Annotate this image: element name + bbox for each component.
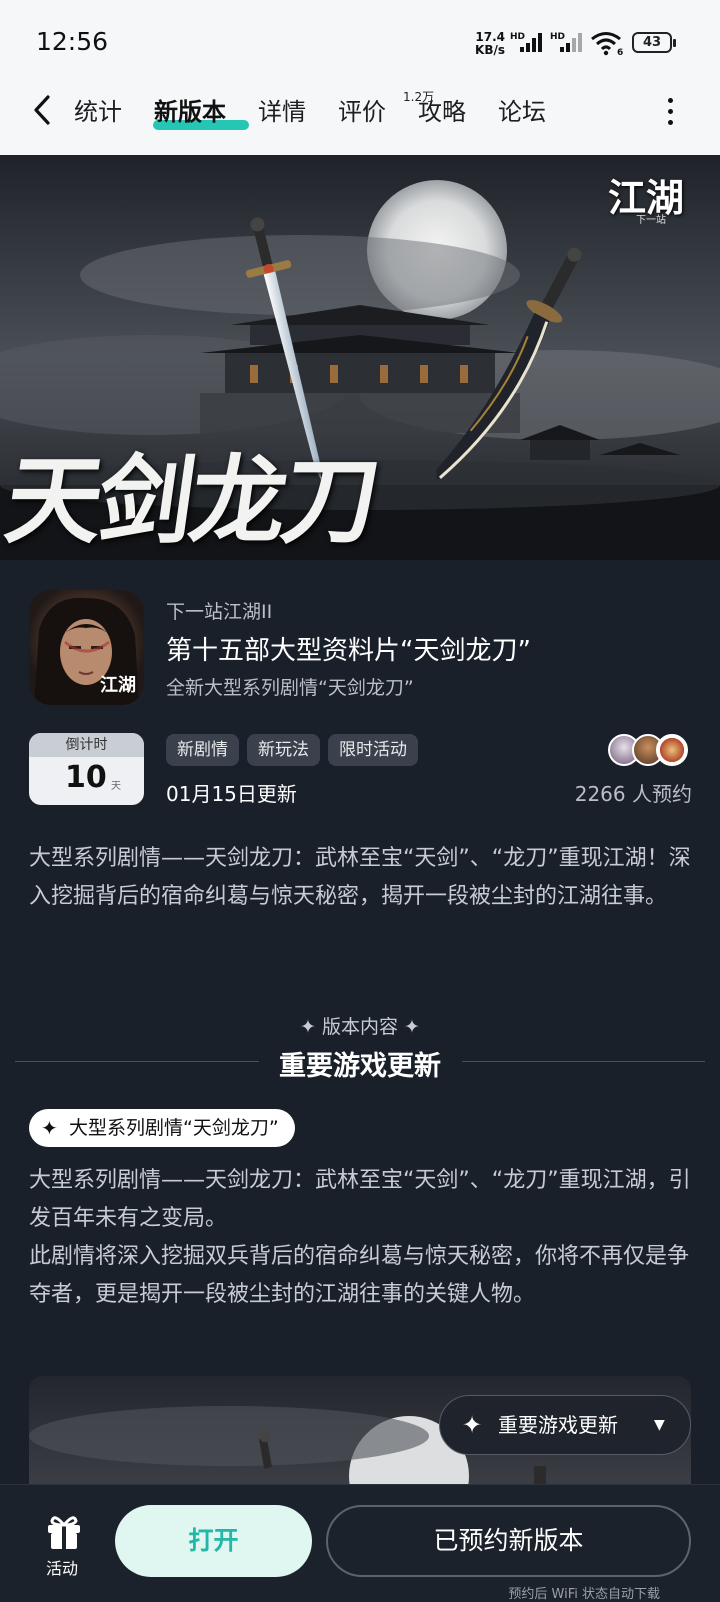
sim2-label: HD — [550, 32, 565, 42]
banner-game-logo-sub: 下一站 — [636, 215, 666, 226]
reserver-avatars — [608, 734, 692, 766]
reservation-count: 2266 人预约 — [574, 782, 692, 806]
top-bar: 12:56 17.4 KB/s HD HD 6 43 统计 新版本 详情 评价 … — [0, 0, 720, 155]
countdown-unit: 天 — [111, 781, 121, 792]
app-icon[interactable]: 江湖 — [29, 590, 144, 705]
sparkle-icon: ✦ — [462, 1411, 483, 1439]
tag-chip: 新玩法 — [247, 734, 320, 766]
item-description: 大型系列剧情——天剑龙刀：武林至宝“天剑”、“龙刀”重现江湖，引发百年未有之变局… — [29, 1162, 693, 1314]
tag-chip: 新剧情 — [166, 734, 239, 766]
banner-image: 江湖 下一站 天剑龙刀 — [0, 155, 720, 560]
net-speed-unit: KB/s — [475, 43, 505, 57]
tab-stats[interactable]: 统计 — [58, 92, 138, 132]
open-button[interactable]: 打开 — [115, 1505, 312, 1577]
bottom-action-bar: 活动 打开 已预约新版本 预约后 WiFi 状态自动下载 — [0, 1484, 720, 1602]
status-time: 12:56 — [36, 27, 109, 56]
wifi-icon: 6 — [591, 32, 623, 56]
tag-chip: 限时活动 — [328, 734, 418, 766]
version-subtitle: 全新大型系列剧情“天剑龙刀” — [166, 677, 414, 699]
section-jump-label: 重要游戏更新 — [498, 1413, 618, 1437]
countdown-label: 倒计时 — [29, 733, 144, 757]
wifi-label: 6 — [617, 48, 623, 56]
item-title: 大型系列剧情“天剑龙刀” — [69, 1117, 279, 1139]
sparkle-icon: ✦ — [41, 1116, 58, 1140]
gift-icon[interactable] — [44, 1511, 84, 1551]
activity-label[interactable]: 活动 — [46, 1555, 78, 1579]
section-title: 重要游戏更新 — [279, 1051, 441, 1082]
signal-icon: HD — [510, 32, 542, 52]
item-title-pill: ✦ 大型系列剧情“天剑龙刀” — [29, 1109, 295, 1147]
countdown-value: 10 — [65, 760, 107, 795]
tab-forum[interactable]: 论坛 — [482, 92, 562, 132]
developer-name[interactable]: 下一站江湖II — [166, 597, 272, 624]
item-paragraph-1: 大型系列剧情——天剑龙刀：武林至宝“天剑”、“龙刀”重现江湖，引发百年未有之变局… — [29, 1168, 691, 1231]
tab-reviews[interactable]: 评价 — [322, 92, 402, 132]
auto-download-note: 预约后 WiFi 状态自动下载 — [508, 1587, 660, 1602]
reviews-count-badge: 1.2万 — [403, 90, 435, 104]
reserved-version-button[interactable]: 已预约新版本 — [326, 1505, 691, 1577]
chevron-left-icon[interactable] — [28, 93, 58, 127]
avatar — [656, 734, 688, 766]
item-paragraph-2: 此剧情将深入挖掘双兵背后的宿命纠葛与惊天秘密，你将不再仅是争夺者，更是揭开一段被… — [29, 1244, 690, 1307]
more-vertical-icon[interactable] — [664, 98, 676, 128]
sim1-label: HD — [510, 32, 525, 42]
tab-new-version[interactable]: 新版本 — [138, 92, 242, 132]
update-date: 01月15日更新 — [166, 782, 297, 806]
version-title: 第十五部大型资料片“天剑龙刀” — [166, 636, 531, 666]
section-jump-button[interactable]: ✦ 重要游戏更新 ▼ — [439, 1395, 691, 1455]
battery-indicator: 43 — [632, 32, 676, 53]
app-icon-logo: 江湖 — [100, 675, 136, 696]
tag-list: 新剧情 新玩法 限时活动 — [166, 734, 418, 766]
tab-details[interactable]: 详情 — [242, 92, 322, 132]
caret-down-icon: ▼ — [654, 1417, 665, 1433]
section-label: ✦ 版本内容 ✦ — [300, 1016, 420, 1038]
signal-icon-2: HD — [550, 32, 582, 52]
tab-bar: 统计 新版本 详情 评价 攻略 论坛 — [58, 92, 562, 132]
net-speed: 17.4 KB/s — [473, 31, 505, 57]
banner-title: 天剑龙刀 — [0, 444, 383, 557]
version-description: 大型系列剧情——天剑龙刀：武林至宝“天剑”、“龙刀”重现江湖！深入挖掘背后的宿命… — [29, 846, 691, 909]
countdown-card: 倒计时 10 天 — [29, 733, 144, 805]
